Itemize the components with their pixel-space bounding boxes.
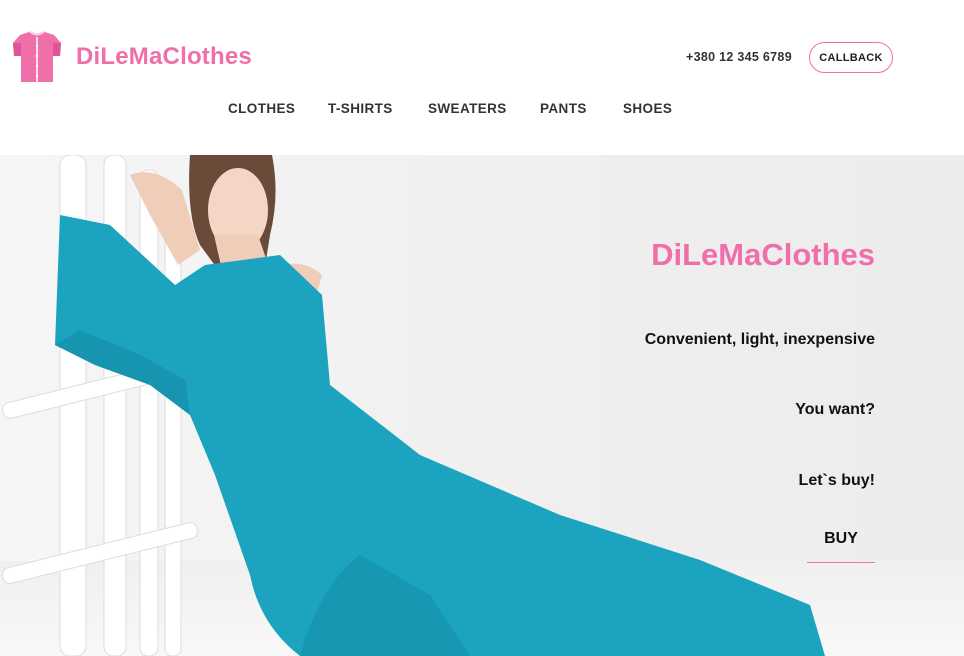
- hero-call-to-action: Let`s buy!: [798, 472, 875, 489]
- shirt-icon: [13, 31, 61, 82]
- nav-item-t-shirts[interactable]: T-SHIRTS: [328, 101, 393, 116]
- logo-link[interactable]: DiLeMaClothes: [12, 29, 252, 85]
- buy-button[interactable]: BUY: [807, 523, 875, 563]
- main-nav: CLOTHES T-SHIRTS SWEATERS PANTS SHOES: [0, 101, 964, 121]
- hero-question: You want?: [795, 401, 875, 418]
- site-header: DiLeMaClothes +380 12 345 6789 CALLBACK …: [0, 0, 964, 155]
- hero-title: DiLeMaClothes: [651, 237, 875, 272]
- phone-number[interactable]: +380 12 345 6789: [686, 50, 792, 64]
- brand-name: DiLeMaClothes: [76, 43, 252, 70]
- nav-item-shoes[interactable]: SHOES: [623, 101, 672, 116]
- hero-tagline: Convenient, light, inexpensive: [644, 331, 875, 348]
- nav-item-clothes[interactable]: CLOTHES: [228, 101, 295, 116]
- nav-item-pants[interactable]: PANTS: [540, 101, 587, 116]
- nav-item-sweaters[interactable]: SWEATERS: [428, 101, 507, 116]
- callback-button[interactable]: CALLBACK: [809, 42, 893, 73]
- hero-banner: DiLeMaClothes Convenient, light, inexpen…: [0, 155, 964, 656]
